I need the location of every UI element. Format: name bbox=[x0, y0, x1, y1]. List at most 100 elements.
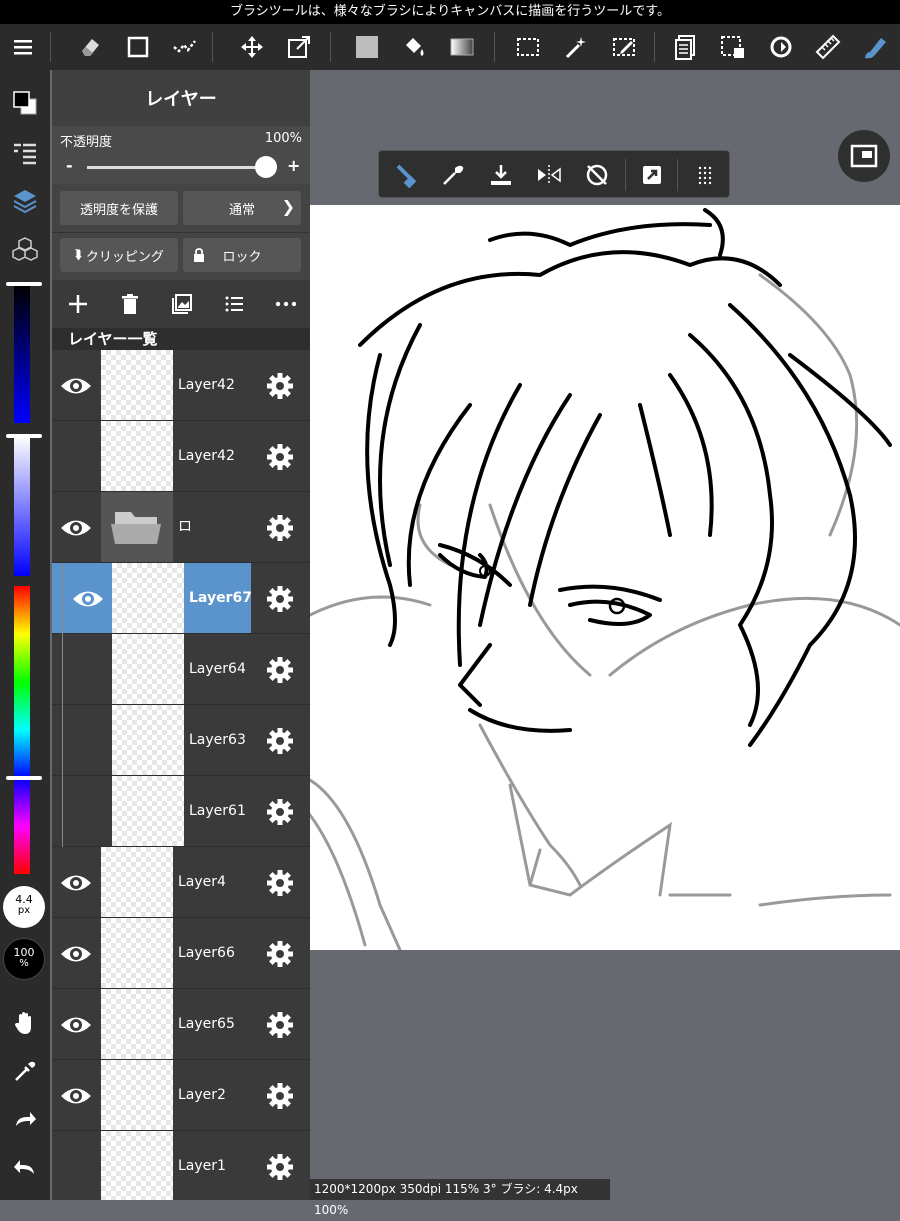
hand-icon[interactable] bbox=[0, 1000, 50, 1046]
move-icon[interactable] bbox=[229, 24, 275, 70]
folder-indent-line bbox=[62, 705, 63, 776]
brush-opacity-badge[interactable]: 100 % bbox=[3, 938, 45, 980]
layer-row[interactable]: Layer1 bbox=[52, 1131, 310, 1200]
grid-dots-icon[interactable] bbox=[681, 151, 729, 199]
visibility-eye-icon[interactable] bbox=[58, 1149, 94, 1185]
rotate-reset-icon[interactable] bbox=[573, 151, 621, 199]
layer-row[interactable]: Layer65 bbox=[52, 989, 310, 1060]
layer-row[interactable]: Layer64 bbox=[52, 634, 310, 705]
rotate-icon[interactable] bbox=[758, 24, 804, 70]
layer-settings-gear-icon[interactable] bbox=[264, 654, 296, 686]
transform-icon[interactable] bbox=[276, 24, 322, 70]
layer-image-icon[interactable] bbox=[170, 292, 194, 316]
color-swatch-icon[interactable] bbox=[0, 80, 50, 126]
layers-icon[interactable] bbox=[0, 178, 50, 224]
opacity-control: 不透明度 100% - + bbox=[52, 126, 310, 184]
eyedropper-icon[interactable] bbox=[429, 151, 477, 199]
eyedropper-icon[interactable] bbox=[0, 1048, 50, 1094]
layer-row[interactable]: Layer67 bbox=[52, 563, 310, 634]
opacity-minus[interactable]: - bbox=[66, 156, 73, 175]
magic-wand-icon[interactable] bbox=[553, 24, 599, 70]
trash-icon[interactable] bbox=[118, 292, 142, 316]
visibility-eye-icon[interactable] bbox=[70, 581, 106, 617]
ruler-icon[interactable] bbox=[805, 24, 851, 70]
brush-size-badge[interactable]: 4.4 px bbox=[3, 886, 45, 928]
visibility-eye-icon[interactable] bbox=[58, 936, 94, 972]
hue-handle[interactable] bbox=[6, 776, 42, 780]
visibility-eye-icon[interactable] bbox=[70, 794, 106, 830]
undo-icon[interactable] bbox=[0, 1144, 50, 1190]
select-deselect-icon[interactable] bbox=[710, 24, 756, 70]
layer-list-icon[interactable] bbox=[222, 292, 246, 316]
expand-icon[interactable] bbox=[628, 151, 676, 199]
layer-settings-gear-icon[interactable] bbox=[264, 938, 296, 970]
menu-icon[interactable] bbox=[0, 24, 46, 70]
clipping-label: クリッピング bbox=[85, 249, 164, 265]
layer-settings-gear-icon[interactable] bbox=[264, 370, 296, 402]
layer-settings-gear-icon[interactable] bbox=[264, 1151, 296, 1183]
visibility-eye-icon[interactable] bbox=[58, 368, 94, 404]
layer-row[interactable]: Layer61 bbox=[52, 776, 310, 847]
protect-alpha-button[interactable]: 透明度を保護 bbox=[60, 191, 178, 225]
eraser-icon[interactable] bbox=[67, 24, 113, 70]
select-pen-icon[interactable] bbox=[601, 24, 647, 70]
lock-button[interactable]: ロック bbox=[183, 238, 301, 272]
more-icon[interactable] bbox=[274, 292, 298, 316]
saturation-slider[interactable] bbox=[14, 436, 30, 576]
layer-row[interactable]: Layer66 bbox=[52, 918, 310, 989]
visibility-eye-icon[interactable] bbox=[58, 510, 94, 546]
layer-row[interactable]: Layer42 bbox=[52, 421, 310, 492]
opacity-plus[interactable]: + bbox=[287, 156, 300, 175]
copy-icon[interactable] bbox=[662, 24, 708, 70]
visibility-eye-icon[interactable] bbox=[58, 1007, 94, 1043]
brush-mode-icon[interactable] bbox=[381, 151, 429, 199]
brush-list-icon[interactable] bbox=[0, 130, 50, 176]
layer-row[interactable]: Layer42 bbox=[52, 350, 310, 421]
visibility-eye-icon[interactable] bbox=[58, 865, 94, 901]
layer-settings-gear-icon[interactable] bbox=[264, 867, 296, 899]
clipping-arrow-icon: ⮯ bbox=[74, 247, 82, 263]
bucket-icon[interactable] bbox=[391, 24, 437, 70]
visibility-eye-icon[interactable] bbox=[58, 439, 94, 475]
download-icon[interactable] bbox=[477, 151, 525, 199]
redo-icon[interactable] bbox=[0, 1096, 50, 1142]
layer-row[interactable]: Layer2 bbox=[52, 1060, 310, 1131]
brush-opacity-unit: % bbox=[19, 958, 29, 969]
layer-settings-gear-icon[interactable] bbox=[264, 583, 296, 615]
gradient-icon[interactable] bbox=[439, 24, 485, 70]
folder-thumbnail bbox=[101, 492, 173, 562]
flip-icon[interactable] bbox=[525, 151, 573, 199]
layer-settings-gear-icon[interactable] bbox=[264, 796, 296, 828]
layer-settings-gear-icon[interactable] bbox=[264, 512, 296, 544]
materials-icon[interactable] bbox=[0, 226, 50, 272]
hue-slider[interactable] bbox=[14, 586, 30, 874]
layer-row[interactable]: Layer63 bbox=[52, 705, 310, 776]
brightness-handle[interactable] bbox=[6, 282, 42, 286]
add-layer-icon[interactable] bbox=[66, 292, 90, 316]
rect-shape-icon[interactable] bbox=[115, 24, 161, 70]
navigator-button[interactable] bbox=[838, 130, 890, 182]
visibility-eye-icon[interactable] bbox=[70, 652, 106, 688]
clipping-button[interactable]: ⮯ クリッピング bbox=[60, 238, 178, 272]
layer-settings-gear-icon[interactable] bbox=[264, 1009, 296, 1041]
layer-row[interactable]: Layer4 bbox=[52, 847, 310, 918]
drawing-canvas[interactable] bbox=[308, 205, 900, 952]
layer-row[interactable]: ロ bbox=[52, 492, 310, 563]
layer-list: Layer42 Layer42 ロ Layer67 Layer64 Layer63 Laye… bbox=[52, 350, 310, 1200]
brightness-slider[interactable] bbox=[14, 285, 30, 423]
saturation-handle[interactable] bbox=[6, 434, 42, 438]
layer-settings-gear-icon[interactable] bbox=[264, 725, 296, 757]
opacity-slider-thumb[interactable] bbox=[255, 156, 277, 178]
layer-settings-gear-icon[interactable] bbox=[264, 441, 296, 473]
layer-settings-gear-icon[interactable] bbox=[264, 1080, 296, 1112]
visibility-eye-icon[interactable] bbox=[70, 723, 106, 759]
stroke-icon[interactable] bbox=[162, 24, 208, 70]
layer-name: ロ bbox=[178, 519, 192, 535]
brush-icon[interactable] bbox=[852, 24, 898, 70]
blend-mode-button[interactable]: 通常 ❯ bbox=[183, 191, 301, 225]
select-rect-icon[interactable] bbox=[505, 24, 551, 70]
layer-thumbnail bbox=[112, 563, 184, 633]
fill-color-icon[interactable] bbox=[344, 24, 390, 70]
visibility-eye-icon[interactable] bbox=[58, 1078, 94, 1114]
opacity-slider[interactable] bbox=[87, 166, 265, 169]
